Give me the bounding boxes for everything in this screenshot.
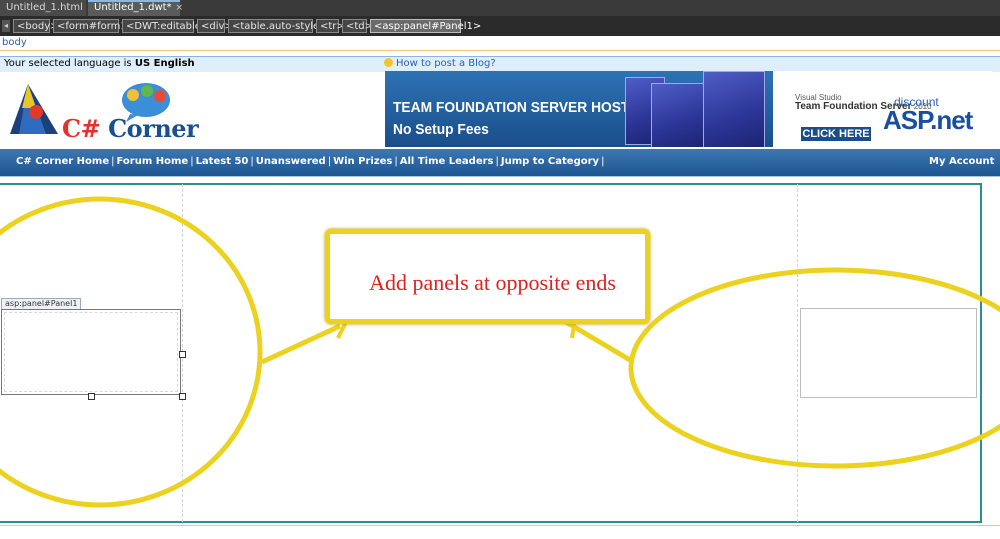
arrow-left: [260, 323, 342, 365]
highlight-ellipse-right: [628, 267, 1000, 469]
annotation-callout: Add panels at opposite ends: [325, 229, 650, 324]
highlight-ellipse-left: [0, 196, 263, 508]
annotation-text: Add panels at opposite ends: [369, 270, 616, 295]
